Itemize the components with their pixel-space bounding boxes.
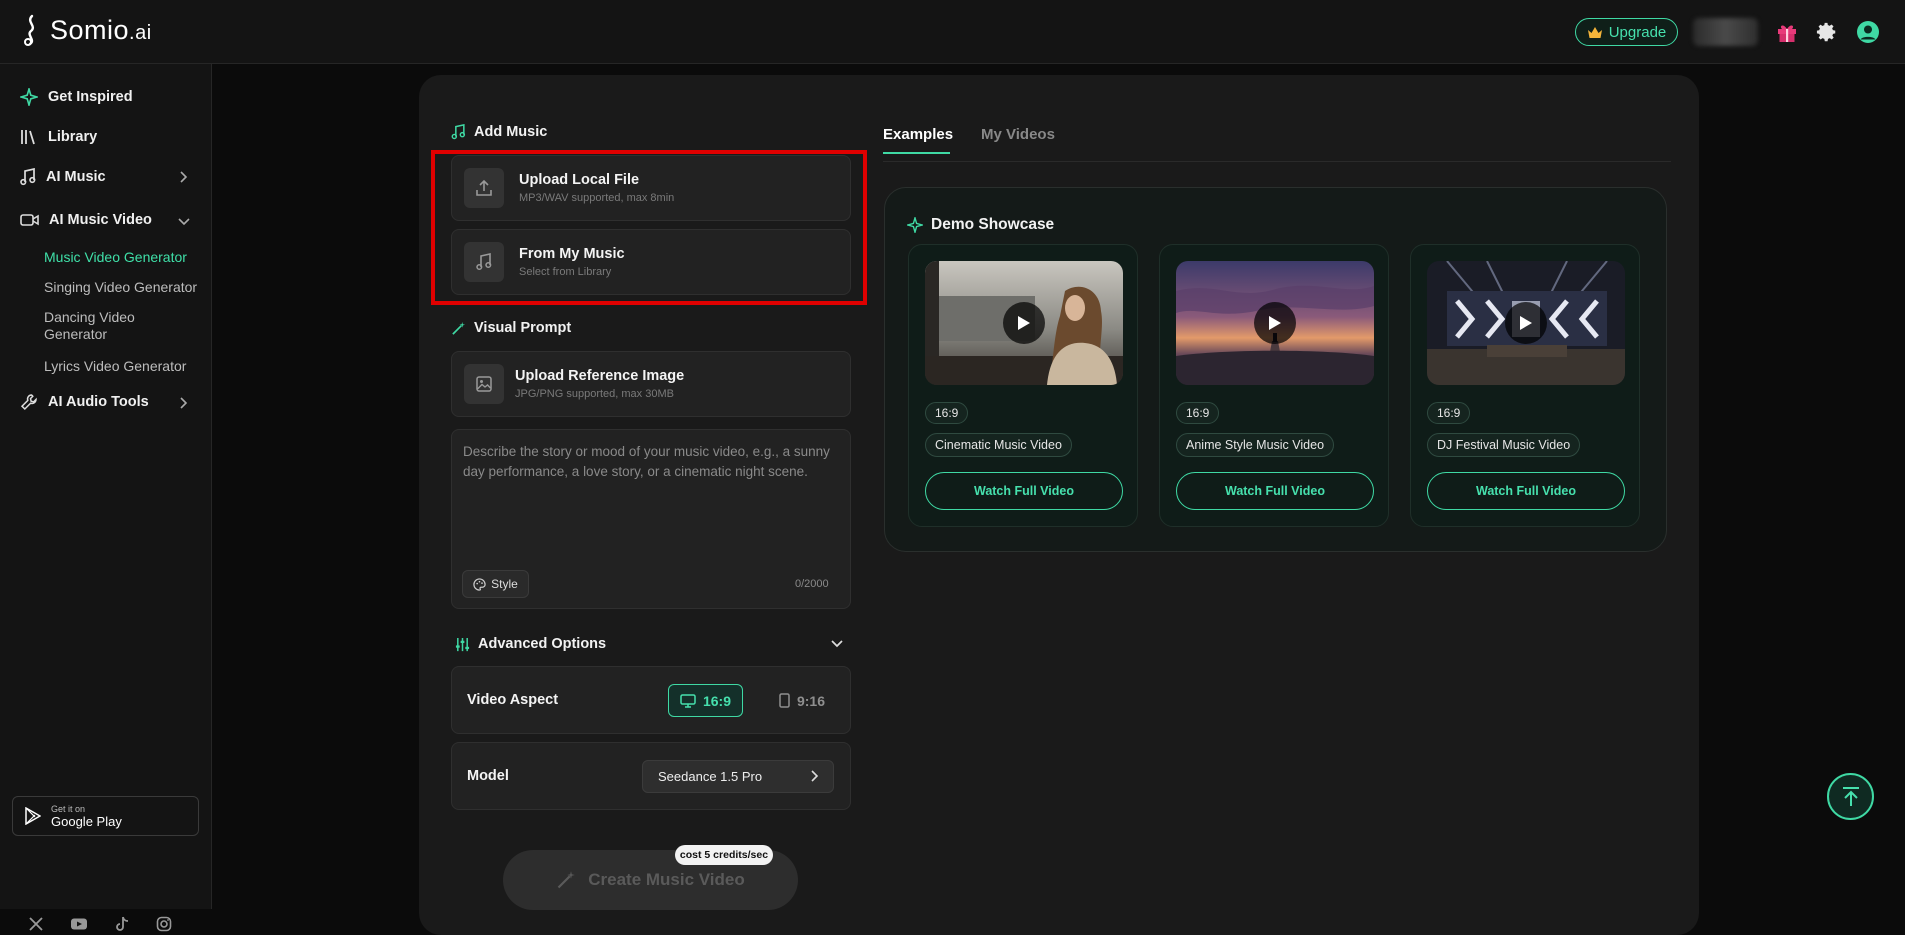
style-button[interactable]: Style xyxy=(462,570,529,598)
music-note-icon xyxy=(20,168,36,186)
chevron-right-icon[interactable] xyxy=(178,171,188,183)
play-icon[interactable] xyxy=(1003,302,1045,344)
chevron-right-icon xyxy=(811,770,819,782)
video-name-tag: Anime Style Music Video xyxy=(1176,433,1335,457)
tiktok-icon[interactable] xyxy=(114,916,130,932)
palette-icon xyxy=(473,577,486,591)
aspect-ratio-tag: 16:9 xyxy=(1427,402,1471,424)
chevron-down-icon[interactable] xyxy=(178,216,190,226)
sidebar-item-ai-music[interactable]: AI Music xyxy=(20,168,106,186)
x-twitter-icon[interactable] xyxy=(28,916,44,932)
wrench-icon xyxy=(20,394,37,411)
google-play-badge[interactable]: Get it on Google Play xyxy=(12,796,199,836)
sparkle-icon xyxy=(907,217,923,233)
library-icon xyxy=(21,130,35,145)
play-icon[interactable] xyxy=(1254,302,1296,344)
image-icon xyxy=(464,364,504,404)
user-credits-blurred xyxy=(1693,18,1758,46)
magic-wand-icon xyxy=(452,321,466,335)
visual-prompt-title: Visual Prompt xyxy=(451,320,571,336)
sidebar-subitem-singing-video-generator[interactable]: Singing Video Generator xyxy=(44,279,197,296)
magic-wand-icon xyxy=(557,871,575,889)
demo-card-anime: 16:9 Anime Style Music Video Watch Full … xyxy=(1159,244,1389,527)
aspect-16-9-option[interactable]: 16:9 xyxy=(668,684,743,717)
tab-my-videos[interactable]: My Videos xyxy=(981,126,1055,143)
top-bar: Somio.ai Upgrade xyxy=(0,0,1905,64)
sidebar-item-get-inspired[interactable]: Get Inspired xyxy=(20,88,133,106)
watch-full-video-button[interactable]: Watch Full Video xyxy=(1427,472,1625,510)
watch-full-video-button[interactable]: Watch Full Video xyxy=(925,472,1123,510)
somio-logo-icon xyxy=(24,14,35,46)
prompt-placeholder: Describe the story or mood of your music… xyxy=(463,444,830,479)
music-note-icon xyxy=(451,124,466,140)
advanced-options-title[interactable]: Advanced Options xyxy=(455,636,606,652)
tab-divider xyxy=(883,161,1671,162)
sparkle-icon xyxy=(20,88,38,106)
sidebar-item-ai-music-video[interactable]: AI Music Video xyxy=(20,212,152,228)
sidebar-subitem-dancing-video-generator[interactable]: Dancing Video Generator xyxy=(44,309,164,343)
sidebar-subitem-lyrics-video-generator[interactable]: Lyrics Video Generator xyxy=(44,358,186,375)
sliders-icon xyxy=(455,637,470,651)
google-play-text: Get it on Google Play xyxy=(51,803,122,829)
video-name-tag: Cinematic Music Video xyxy=(925,433,1072,457)
model-select[interactable]: Seedance 1.5 Pro xyxy=(642,760,834,793)
video-camera-icon xyxy=(20,214,39,226)
brand-logo[interactable]: Somio.ai xyxy=(22,14,152,46)
chevron-down-icon[interactable] xyxy=(831,638,843,648)
video-thumbnail[interactable] xyxy=(1427,261,1625,385)
settings-gear-icon[interactable] xyxy=(1815,20,1839,44)
phone-icon xyxy=(779,693,790,708)
video-thumbnail[interactable] xyxy=(1176,261,1374,385)
aspect-ratio-tag: 16:9 xyxy=(1176,402,1220,424)
play-icon[interactable] xyxy=(1505,302,1547,344)
tab-examples[interactable]: Examples xyxy=(883,126,953,143)
arrow-up-icon xyxy=(1842,786,1859,806)
google-play-icon xyxy=(25,807,41,825)
sidebar: Get Inspired Library AI Music AI Music V… xyxy=(0,64,212,932)
youtube-icon[interactable] xyxy=(70,916,88,932)
sidebar-subitem-music-video-generator[interactable]: Music Video Generator xyxy=(44,249,187,266)
sidebar-item-library[interactable]: Library xyxy=(20,128,97,146)
aspect-ratio-tag: 16:9 xyxy=(925,402,969,424)
demo-card-cinematic: 16:9 Cinematic Music Video Watch Full Vi… xyxy=(908,244,1138,527)
upgrade-button[interactable]: Upgrade xyxy=(1575,18,1678,46)
upload-reference-image-card[interactable]: Upload Reference Image JPG/PNG supported… xyxy=(451,351,851,417)
cost-badge: cost 5 credits/sec xyxy=(675,845,773,865)
user-avatar-icon[interactable] xyxy=(1856,20,1880,44)
instagram-icon[interactable] xyxy=(156,916,172,932)
social-links xyxy=(28,916,172,932)
sidebar-item-ai-audio-tools[interactable]: AI Audio Tools xyxy=(20,393,149,411)
gift-icon[interactable] xyxy=(1775,20,1799,44)
demo-card-dj-festival: 16:9 DJ Festival Music Video Watch Full … xyxy=(1410,244,1640,527)
chevron-right-icon[interactable] xyxy=(178,397,188,409)
video-name-tag: DJ Festival Music Video xyxy=(1427,433,1581,457)
video-thumbnail[interactable] xyxy=(925,261,1123,385)
tab-active-indicator xyxy=(883,152,950,154)
monitor-icon xyxy=(680,693,696,708)
demo-showcase-title: Demo Showcase xyxy=(907,216,1054,234)
add-music-title: Add Music xyxy=(451,124,547,140)
scroll-to-top-button[interactable] xyxy=(1827,773,1874,820)
highlight-box xyxy=(431,150,867,305)
character-counter: 0/2000 xyxy=(795,578,829,590)
crown-icon xyxy=(1587,26,1602,38)
aspect-9-16-option[interactable]: 9:16 xyxy=(772,684,832,717)
brand-name: Somio.ai xyxy=(50,14,152,45)
watch-full-video-button[interactable]: Watch Full Video xyxy=(1176,472,1374,510)
